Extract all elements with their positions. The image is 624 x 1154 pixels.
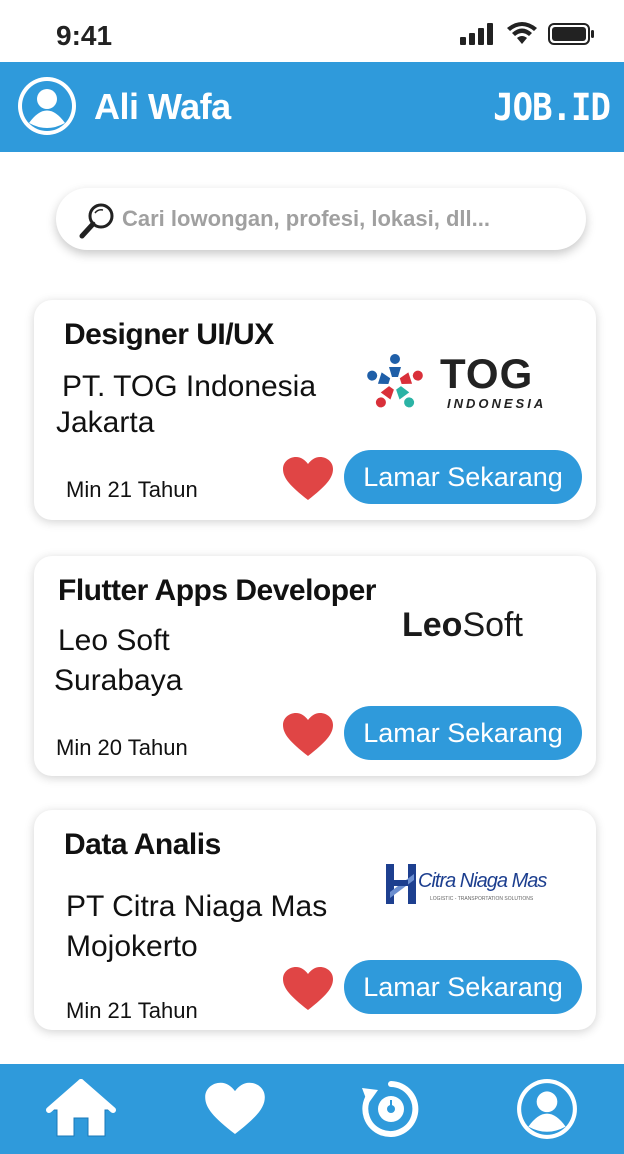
user-name: Ali Wafa — [94, 86, 231, 127]
status-time: 9:41 — [56, 20, 113, 51]
app-header: Ali Wafa JOB.ID — [0, 62, 624, 152]
age-requirement: Min 21 Tahun — [66, 477, 198, 502]
leosoft-logo-light: Soft — [462, 606, 523, 644]
status-bar: 9:41 — [0, 0, 624, 62]
bottom-navigation — [0, 1064, 624, 1154]
age-requirement: Min 21 Tahun — [66, 998, 198, 1023]
wifi-icon — [507, 22, 537, 44]
status-icons — [460, 22, 596, 46]
apply-button[interactable]: Lamar Sekarang — [344, 706, 582, 760]
apply-button[interactable]: Lamar Sekarang — [344, 960, 582, 1014]
tog-logo-icon — [367, 354, 423, 408]
job-title: Flutter Apps Developer — [58, 574, 376, 607]
company-logo-leosoft: LeoSoft — [402, 606, 562, 650]
job-card[interactable]: Data Analis PT Citra Niaga Mas Mojokerto… — [34, 810, 596, 1030]
tog-logo-text: TOG — [440, 350, 534, 397]
profile-icon — [517, 1079, 577, 1139]
nav-profile[interactable] — [512, 1076, 582, 1142]
signal-icon — [460, 23, 493, 45]
citra-logo-text: Citra Niaga Mas — [418, 870, 547, 892]
nav-history[interactable] — [356, 1076, 426, 1142]
tog-logo-subtitle: INDONESIA — [447, 396, 547, 411]
favorite-heart-icon[interactable] — [282, 456, 334, 502]
battery-icon — [548, 23, 594, 45]
company-logo-citra-niaga-mas: Citra Niaga Mas LOGISTIC - TRANSPORTATIO… — [384, 862, 564, 910]
company-name: PT Citra Niaga Mas — [66, 890, 328, 923]
apply-button[interactable]: Lamar Sekarang — [344, 450, 582, 504]
search-input[interactable] — [122, 188, 562, 250]
favorite-heart-icon[interactable] — [282, 966, 334, 1012]
job-card[interactable]: Flutter Apps Developer Leo Soft Surabaya… — [34, 556, 596, 776]
citra-logo-subtitle: LOGISTIC - TRANSPORTATION SOLUTIONS — [430, 896, 534, 902]
job-card[interactable]: Designer UI/UX PT. TOG Indonesia Jakarta… — [34, 300, 596, 520]
search-icon — [79, 203, 114, 239]
nav-home[interactable] — [46, 1076, 116, 1142]
company-name: PT. TOG Indonesia — [62, 370, 317, 403]
history-icon — [362, 1081, 419, 1137]
company-name: Leo Soft — [58, 624, 170, 657]
nav-favorites[interactable] — [200, 1076, 270, 1142]
job-location: Surabaya — [54, 664, 183, 697]
home-icon — [46, 1079, 116, 1137]
company-logo-tog: TOG INDONESIA — [360, 350, 560, 416]
job-location: Mojokerto — [66, 930, 198, 963]
leosoft-logo-bold: Leo — [402, 606, 463, 644]
job-title: Data Analis — [64, 828, 221, 861]
job-location: Jakarta — [56, 406, 155, 439]
age-requirement: Min 20 Tahun — [56, 735, 188, 760]
citra-logo-icon — [386, 864, 416, 904]
avatar-icon[interactable] — [17, 76, 77, 136]
job-title: Designer UI/UX — [64, 318, 274, 351]
favorite-heart-icon[interactable] — [282, 712, 334, 758]
search-bar[interactable] — [56, 188, 586, 250]
heart-icon — [205, 1082, 265, 1135]
brand-logo: JOB.ID — [493, 86, 611, 130]
